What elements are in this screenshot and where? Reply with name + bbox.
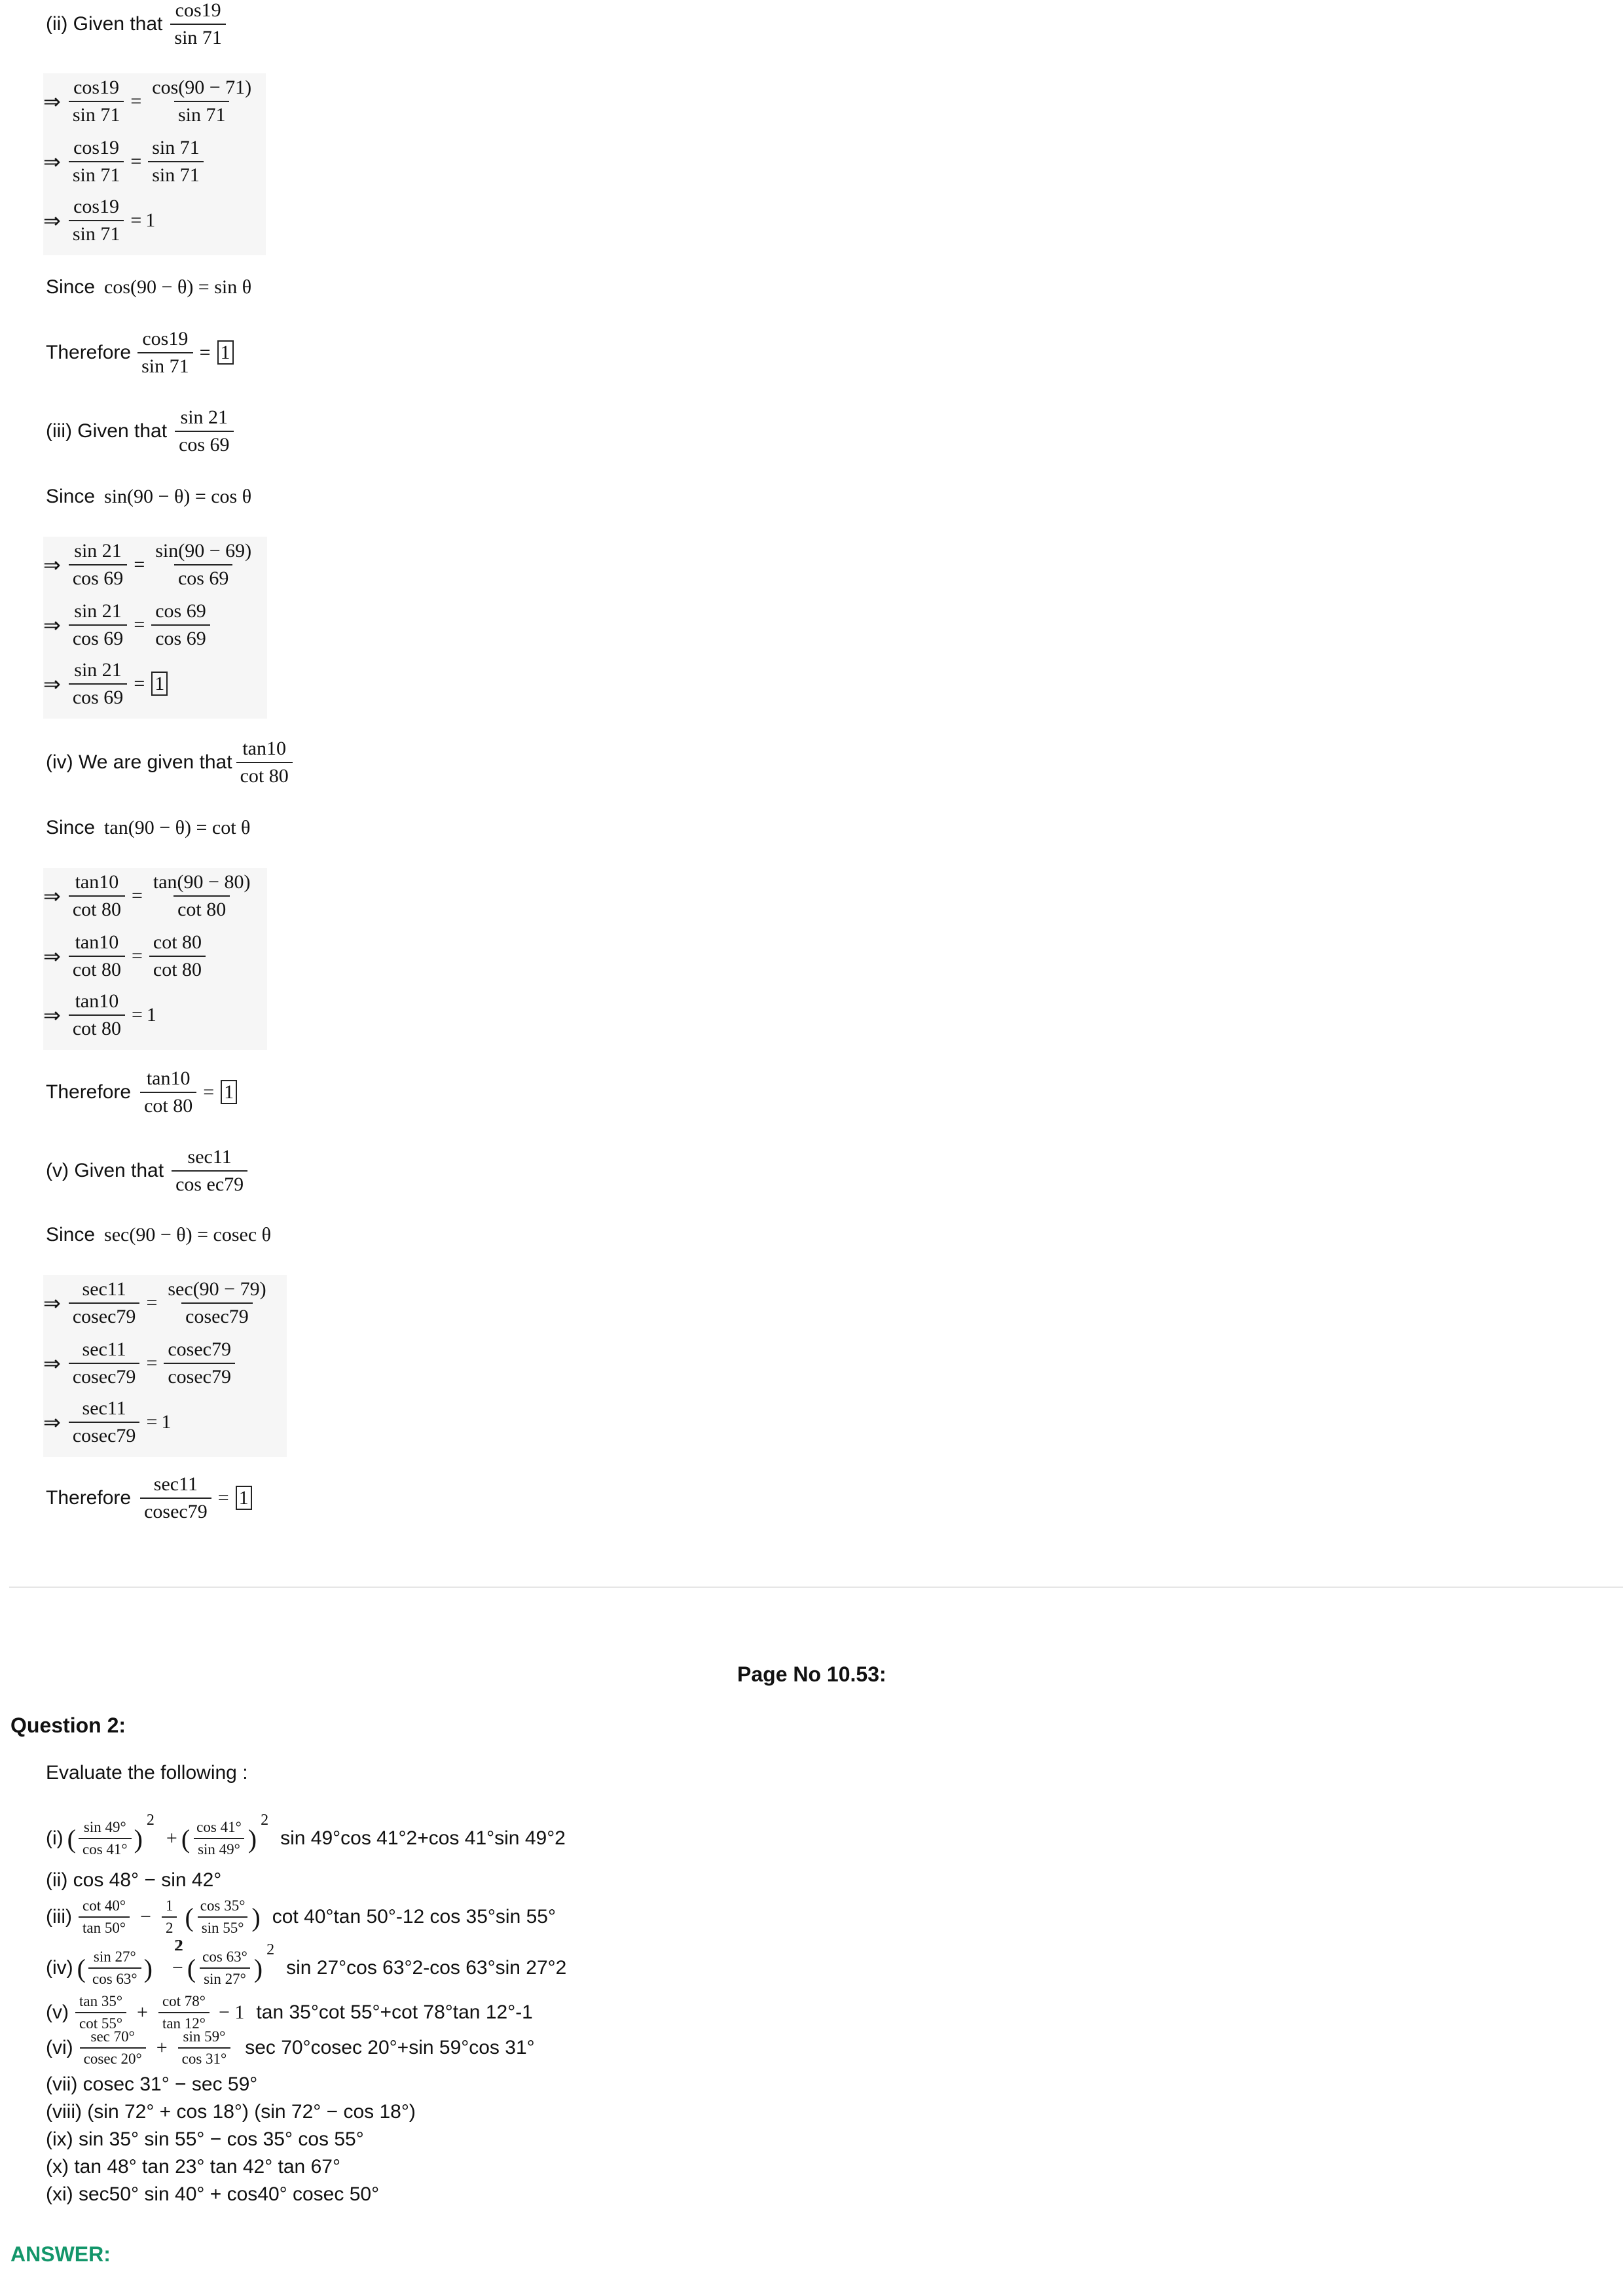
step-row: ⇒ tan10 cot 80 = tan(90 − 80) cot 80	[43, 871, 251, 920]
step-row: ⇒ tan10 cot 80 = 1	[43, 990, 156, 1039]
part-v-therefore: Therefore sec11 cosec79 = 1	[46, 1474, 252, 1522]
implies-icon: ⇒	[43, 612, 61, 637]
question-item-x: (x) tan 48° tan 23° tan 42° tan 67°	[46, 2156, 340, 2178]
part-iv-steps: ⇒ tan10 cot 80 = tan(90 − 80) cot 80 ⇒ tan…	[43, 868, 267, 1050]
question-item-ii: (ii) cos 48° − sin 42°	[46, 1869, 222, 1891]
step-row: ⇒ sin 21 cos 69 = sin(90 − 69) cos 69	[43, 540, 252, 589]
part-v-given: (v) Given that sec11 cos ec79	[46, 1147, 250, 1194]
part-ii-therefore: Therefore cos19 sin 71 = 1	[46, 329, 234, 376]
question-item-vii: (vii) cosec 31° − sec 59°	[46, 2073, 258, 2095]
step-row: ⇒ sin 21 cos 69 = cos 69 cos 69	[43, 601, 213, 649]
boxed-answer: 1	[221, 1080, 238, 1104]
implies-icon: ⇒	[43, 1290, 61, 1316]
question-item-iii: (iii) cot 40° tan 50° − 12 ( cos 35° sin 5…	[46, 1897, 556, 1937]
question-item-iv-exponent: 2	[175, 1937, 183, 1954]
step-row: ⇒ sec11 cosec79 = sec(90 − 79) cosec79	[43, 1278, 266, 1327]
part-iii-given: (iii) Given that sin 21 cos 69	[46, 407, 236, 455]
fraction: cos19 sin 71	[170, 0, 226, 48]
question-item-v: (v) tan 35° cot 55° + cot 78° tan 12° − 1 …	[46, 1993, 533, 2032]
question-title: Question 2:	[10, 1713, 126, 1737]
step-row: ⇒ sec11 cosec79 = 1	[43, 1397, 172, 1446]
step-row: ⇒ sec11 cosec79 = cosec79 cosec79	[43, 1339, 238, 1387]
step-row: ⇒ cos19 sin 71 = sin 71 sin 71	[43, 137, 206, 185]
question-item-viii: (viii) (sin 72° + cos 18°) (sin 72° − co…	[46, 2101, 416, 2123]
implies-icon: ⇒	[43, 207, 61, 233]
answer-label: ANSWER:	[10, 2242, 111, 2266]
implies-icon: ⇒	[43, 943, 61, 969]
implies-icon: ⇒	[43, 883, 61, 908]
part-ii-steps: ⇒ cos19 sin 71 = cos(90 − 71) sin 71 ⇒ cos…	[43, 73, 266, 255]
implies-icon: ⇒	[43, 671, 61, 696]
question-item-xi: (xi) sec50° sin 40° + cos40° cosec 50°	[46, 2183, 380, 2205]
part-ii-given-label: (ii) Given that	[46, 12, 163, 35]
question-item-iv: (iv) ( sin 27° cos 63° ) − ( cos 63° sin 2…	[46, 1941, 567, 1988]
part-v-steps: ⇒ sec11 cosec79 = sec(90 − 79) cosec79 ⇒ s…	[43, 1275, 287, 1457]
part-iii-steps: ⇒ sin 21 cos 69 = sin(90 − 69) cos 69 ⇒ si…	[43, 537, 267, 719]
part-v-since: Since sec(90 − θ) = cosec θ	[46, 1224, 272, 1246]
page-number: Page No 10.53:	[737, 1662, 886, 1686]
part-iv-since: Since tan(90 − θ) = cot θ	[46, 817, 251, 838]
implies-icon: ⇒	[43, 88, 61, 114]
implies-icon: ⇒	[43, 149, 61, 174]
step-row: ⇒ cos19 sin 71 = 1	[43, 196, 156, 245]
part-iii-since: Since sin(90 − θ) = cos θ	[46, 486, 252, 507]
part-iv-therefore: Therefore tan10 cot 80 = 1	[46, 1068, 238, 1116]
implies-icon: ⇒	[43, 1350, 61, 1376]
implies-icon: ⇒	[43, 1002, 61, 1028]
question-item-i: (i) ( sin 49° cos 41° ) 2 + ( cos 41° sin …	[46, 1811, 566, 1858]
part-ii-given: (ii) Given that cos19 sin 71	[46, 0, 228, 48]
section-divider	[9, 1587, 1623, 1588]
step-row: ⇒ cos19 sin 71 = cos(90 − 71) sin 71	[43, 77, 252, 126]
boxed-answer: 1	[217, 340, 234, 365]
step-row: ⇒ sin 21 cos 69 = 1	[43, 660, 168, 708]
question-item-ix: (ix) sin 35° sin 55° − cos 35° cos 55°	[46, 2128, 364, 2150]
step-row: ⇒ tan10 cot 80 = cot 80 cot 80	[43, 932, 208, 980]
implies-icon: ⇒	[43, 1409, 61, 1435]
part-ii-since: Since cos(90 − θ) = sin θ	[46, 276, 252, 298]
part-iv-given: (iv) We are given that tan10 cot 80	[46, 738, 295, 786]
boxed-answer: 1	[235, 1486, 252, 1510]
question-intro: Evaluate the following :	[46, 1762, 248, 1784]
boxed-answer: 1	[151, 672, 168, 696]
implies-icon: ⇒	[43, 552, 61, 577]
question-item-vi: (vi) sec 70° cosec 20° + sin 59° cos 31° s…	[46, 2028, 535, 2068]
